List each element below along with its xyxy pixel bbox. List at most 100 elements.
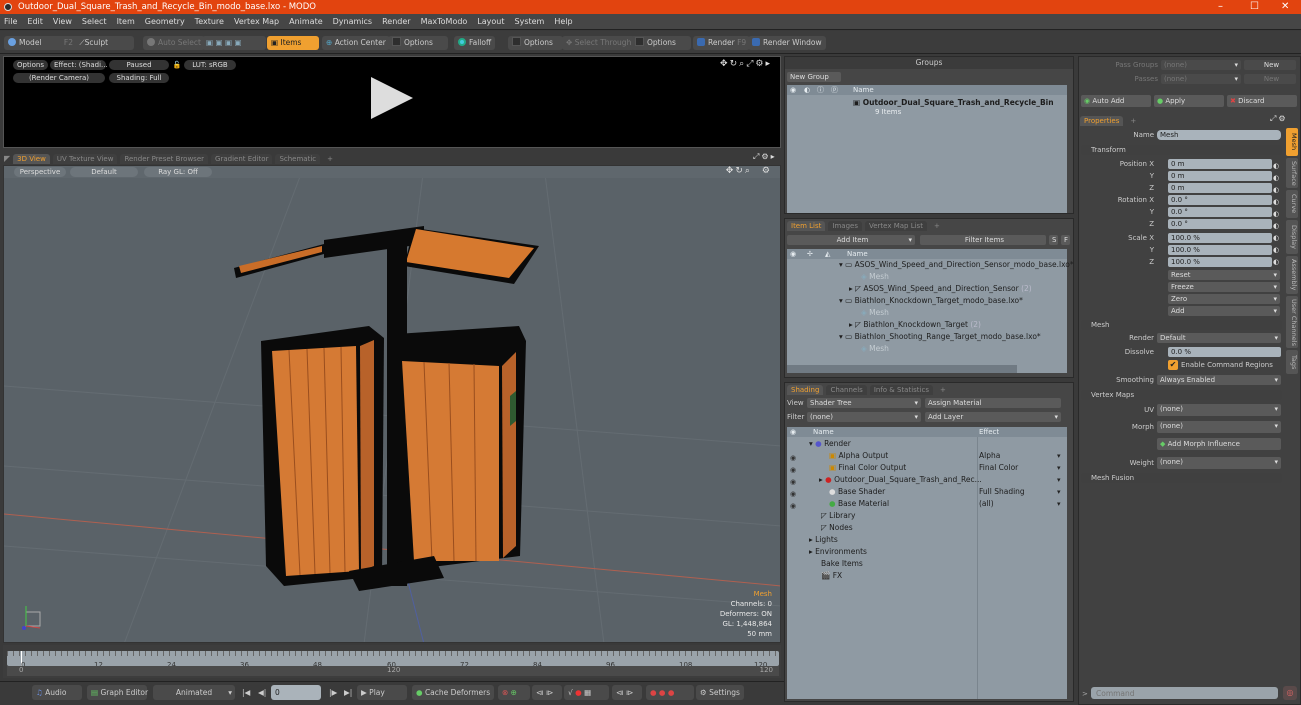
menu-layout[interactable]: Layout: [477, 17, 504, 26]
key-nav-icons[interactable]: ⧏ ⧐: [532, 685, 562, 700]
vertex-maps-section[interactable]: Vertex Maps: [1081, 390, 1282, 400]
record-icon[interactable]: ●: [575, 688, 582, 697]
play-icon[interactable]: [371, 77, 413, 119]
shader-row[interactable]: ▣ Final Color Output: [829, 462, 906, 474]
audio-button[interactable]: ♫ Audio: [32, 685, 82, 700]
side-tab-surface[interactable]: Surface: [1286, 158, 1298, 188]
freeze-dropdown[interactable]: Freeze: [1168, 282, 1280, 292]
tab-uv-texture-view[interactable]: UV Texture View: [52, 153, 118, 164]
raygl-dropdown[interactable]: Ray GL: Off: [144, 167, 212, 177]
close-button[interactable]: ✕: [1281, 0, 1289, 14]
minimize-button[interactable]: –: [1218, 0, 1223, 14]
side-tab-curve[interactable]: Curve: [1286, 190, 1298, 218]
timeline-range[interactable]: 0 120 120: [7, 666, 779, 676]
add-layer-dropdown[interactable]: Add Layer: [925, 412, 1061, 422]
lut-dropdown[interactable]: LUT: sRGB: [184, 60, 236, 70]
scale-y-input[interactable]: 100.0 %: [1168, 245, 1272, 255]
add-item-dropdown[interactable]: Add Item: [787, 235, 915, 245]
side-tab-display[interactable]: Display: [1286, 220, 1298, 254]
menu-edit[interactable]: Edit: [27, 17, 43, 26]
visibility-toggles[interactable]: ◉ ◉ ◉ ◉ ◉: [790, 452, 796, 512]
enable-command-regions-checkbox[interactable]: ✔: [1168, 360, 1178, 370]
menu-maxtomodo[interactable]: MaxToModo: [421, 17, 468, 26]
shader-row-lights[interactable]: ▸ Lights: [809, 534, 838, 546]
add-morph-influence-button[interactable]: ◆ Add Morph Influence: [1157, 438, 1281, 450]
rotation-z-input[interactable]: 0.0 °: [1168, 219, 1272, 229]
position-x-input[interactable]: 0 m: [1168, 159, 1272, 169]
menu-render[interactable]: Render: [382, 17, 410, 26]
shader-row[interactable]: ▸ ● Outdoor_Dual_Square_Trash_and_Rec...: [819, 474, 982, 486]
items-mode-button[interactable]: ▣ Items: [267, 36, 319, 50]
list-item[interactable]: ◈ Mesh: [861, 343, 889, 355]
tab-3d-view[interactable]: 3D View: [13, 153, 50, 164]
scale-x-input[interactable]: 100.0 %: [1168, 233, 1272, 243]
pan-icon[interactable]: ✥: [720, 59, 730, 69]
goto-end-button[interactable]: ▶|: [340, 685, 356, 700]
menu-vertex-map[interactable]: Vertex Map: [234, 17, 279, 26]
reset-dropdown[interactable]: Reset: [1168, 270, 1280, 280]
list-item[interactable]: ▾ ▭ ASOS_Wind_Speed_and_Direction_Sensor…: [839, 259, 1074, 271]
materials-mode-icon[interactable]: ▣: [234, 38, 241, 47]
position-z-input[interactable]: 0 m: [1168, 183, 1272, 193]
command-history-icon[interactable]: ◎: [1283, 686, 1297, 700]
shader-row-environments[interactable]: ▸ Environments: [809, 546, 867, 558]
maximize-button[interactable]: ☐: [1250, 0, 1259, 14]
effect-dropdown-arrows[interactable]: ▾ ▾ ▾ ▾ ▾: [1057, 450, 1061, 510]
frame-input[interactable]: 0: [271, 685, 321, 700]
shader-row[interactable]: ● Base Shader: [829, 486, 885, 498]
discard-button[interactable]: ✖ Discard: [1227, 95, 1297, 107]
shader-row-bake-items[interactable]: Bake Items: [821, 558, 863, 570]
panel-menu-icon[interactable]: ◤: [4, 154, 10, 163]
prev-frame-button[interactable]: ◀|: [254, 685, 270, 700]
shader-row-nodes[interactable]: ◸ Nodes: [821, 522, 853, 534]
edges-mode-icon[interactable]: ▣: [215, 38, 222, 47]
shader-row-render[interactable]: ▾ ● Render: [809, 438, 851, 450]
morph-dropdown[interactable]: (none): [1157, 421, 1281, 433]
key-step-icons[interactable]: ⧏ ⧐: [612, 685, 642, 700]
weight-dropdown[interactable]: (none): [1157, 457, 1281, 469]
side-tab-assembly[interactable]: Assembly: [1286, 256, 1298, 294]
gear-icon[interactable]: ⚙: [761, 152, 770, 161]
filter-items-input[interactable]: Filter Items: [920, 235, 1046, 245]
dissolve-input[interactable]: 0.0 %: [1168, 347, 1281, 357]
effect-cell[interactable]: Final Color: [979, 462, 1018, 474]
f-button[interactable]: F: [1061, 235, 1070, 245]
view-dropdown[interactable]: Shader Tree: [807, 398, 921, 408]
effect-cell[interactable]: Alpha: [979, 450, 1000, 462]
menu-animate[interactable]: Animate: [289, 17, 323, 26]
gear-icon[interactable]: ⚙: [755, 59, 765, 69]
side-tab-tags[interactable]: Tags: [1286, 350, 1298, 374]
menu-system[interactable]: System: [515, 17, 545, 26]
list-item[interactable]: ▸ ◸ ASOS_Wind_Speed_and_Direction_Sensor…: [849, 283, 1032, 295]
perspective-dropdown[interactable]: Perspective: [14, 167, 66, 177]
shader-row[interactable]: ● Base Material: [829, 498, 889, 510]
horizontal-scrollbar[interactable]: [787, 365, 1017, 373]
render-window-button[interactable]: Render Window: [748, 36, 826, 50]
select-through-options[interactable]: Options: [631, 36, 691, 50]
settings-button[interactable]: ⚙ Settings: [696, 685, 744, 700]
list-item[interactable]: ◈ Mesh: [861, 271, 889, 283]
shader-row[interactable]: ▣ Alpha Output: [829, 450, 888, 462]
list-item[interactable]: ▾ ▭ Biathlon_Shooting_Range_Target_modo_…: [839, 331, 1041, 343]
model-mode-button[interactable]: Model F2 ⟋Sculpt: [4, 36, 134, 50]
position-y-input[interactable]: 0 m: [1168, 171, 1272, 181]
menu-file[interactable]: File: [4, 17, 17, 26]
name-input[interactable]: Mesh: [1157, 130, 1281, 140]
lock-icon[interactable]: 🔓: [172, 60, 182, 70]
menu-texture[interactable]: Texture: [195, 17, 224, 26]
filter-dropdown[interactable]: (none): [807, 412, 921, 422]
pan-icon[interactable]: ✥: [726, 166, 736, 176]
tab-channels[interactable]: Channels: [826, 384, 867, 395]
render-dropdown[interactable]: Default: [1157, 333, 1281, 343]
graph-editor-button[interactable]: ▤ Graph Editor: [87, 685, 148, 700]
preview-paused-button[interactable]: Paused: [109, 60, 169, 70]
auto-select-button[interactable]: Auto Select: [143, 36, 205, 50]
play-button[interactable]: ▶ Play: [357, 685, 407, 700]
keyframe-icons[interactable]: ● ● ●: [646, 685, 694, 700]
tab-vertex-map-list[interactable]: Vertex Map List: [864, 220, 927, 231]
uv-dropdown[interactable]: (none): [1157, 404, 1281, 416]
passes-dropdown[interactable]: (none): [1161, 74, 1241, 84]
auto-key-icons[interactable]: ⊗ ⊕: [498, 685, 530, 700]
assign-material-button[interactable]: Assign Material: [925, 398, 1061, 408]
list-item[interactable]: ◈ Mesh: [861, 307, 889, 319]
